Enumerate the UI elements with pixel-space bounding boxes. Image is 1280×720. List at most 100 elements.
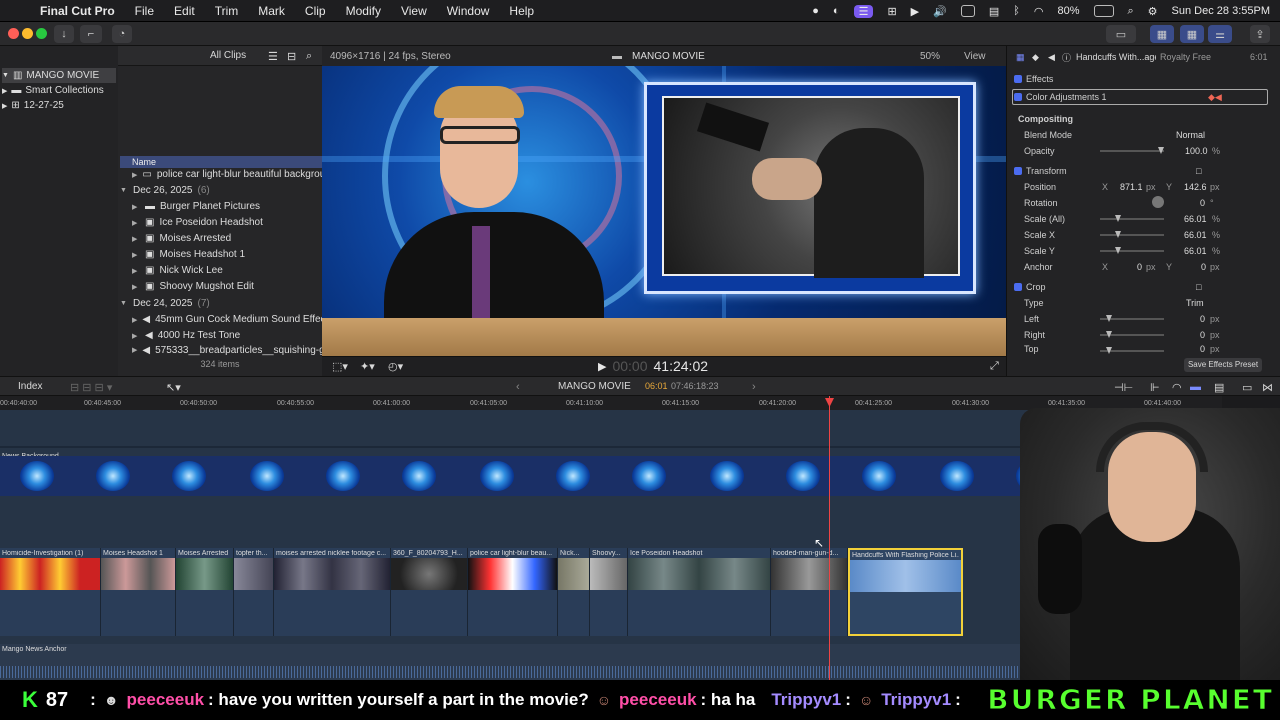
import-icon[interactable]: ↓ [54, 25, 74, 43]
menu-view[interactable]: View [391, 4, 437, 18]
fullscreen-icon[interactable]: ⤢ [990, 360, 999, 373]
transform-toggle-icon[interactable]: □ [1196, 164, 1201, 178]
timeline-project-menu[interactable]: MANGO MOVIE [558, 381, 631, 392]
disclosure-icon[interactable]: ▶ [2, 102, 7, 110]
disclosure-icon[interactable]: ▶ [132, 332, 140, 340]
menu-mark[interactable]: Mark [248, 4, 295, 18]
scale-x-value[interactable]: 66.01 [1184, 228, 1207, 242]
transform-tool-icon[interactable]: ⬚▾ [332, 360, 348, 373]
disclosure-icon[interactable]: ▶ [132, 316, 137, 324]
save-effects-preset-button[interactable]: Save Effects Preset [1184, 358, 1262, 372]
record-icon[interactable]: ● [812, 5, 819, 17]
menu-trim[interactable]: Trim [205, 4, 249, 18]
list-item[interactable]: ▶ ◀ 575333__breadparticles__squishing-gel [132, 344, 322, 356]
crop-right-value[interactable]: 0 [1200, 328, 1205, 342]
play-button-icon[interactable]: ▶ [598, 360, 606, 373]
rotation-dial-icon[interactable] [1152, 196, 1164, 208]
enhance-icon[interactable]: ✦▾ [360, 360, 375, 373]
checkbox-icon[interactable] [1014, 283, 1022, 291]
show-timeline-icon[interactable]: ▦ [1180, 25, 1204, 43]
disclosure-icon[interactable]: ▶ [132, 283, 140, 291]
opacity-value[interactable]: 100.0 [1185, 144, 1208, 158]
timeline-clip[interactable]: Moises Arrested [176, 548, 234, 636]
scale-y-value[interactable]: 66.01 [1184, 244, 1207, 258]
solo-icon[interactable]: ▬ [1190, 381, 1201, 393]
select-tool-icon[interactable]: ↖▾ [166, 381, 181, 394]
effects-section[interactable]: Effects [1014, 72, 1053, 86]
menu-window[interactable]: Window [437, 4, 500, 18]
zoom-window-button[interactable] [36, 28, 47, 39]
checkbox-icon[interactable] [1014, 93, 1022, 101]
list-item[interactable]: ▶ ▣ Moises Headshot 1 [132, 247, 322, 262]
timeline-clip[interactable]: Moises Headshot 1 [101, 548, 176, 636]
blend-mode-select[interactable]: Normal [1176, 128, 1205, 142]
clip-appearance-icon[interactable]: ⊟ [287, 50, 296, 63]
transitions-browser-icon[interactable]: ⋈ [1262, 381, 1273, 394]
timeline-clip[interactable]: topfer th... [234, 548, 274, 636]
bluetooth-icon[interactable]: ᛒ [1013, 5, 1020, 17]
search-icon[interactable]: ⌕ [1128, 5, 1134, 18]
opacity-slider[interactable] [1100, 150, 1164, 152]
disclosure-icon[interactable]: ▶ [132, 171, 137, 179]
show-browser-icon[interactable]: ▦ [1150, 25, 1174, 43]
color-board-icon[interactable]: ◆◀ [1208, 90, 1222, 104]
crop-toggle-icon[interactable]: □ [1196, 280, 1201, 294]
position-x-value[interactable]: 871.1 [1120, 180, 1143, 194]
speed-icon[interactable]: ◴▾ [388, 360, 403, 373]
checkbox-icon[interactable] [1014, 75, 1022, 83]
crop-top-value[interactable]: 0 [1200, 344, 1205, 354]
color-inspector-icon[interactable]: ◆ [1032, 50, 1039, 64]
skimming-icon[interactable]: ⊣⊢ [1114, 381, 1133, 394]
timeline-clip[interactable]: Homicide-Investigation (1) [0, 548, 101, 636]
list-item[interactable]: ▶ ▬ Burger Planet Pictures [132, 199, 322, 214]
search-browser-icon[interactable]: ⌕ [306, 50, 312, 63]
disclosure-icon[interactable]: ▶ [2, 87, 7, 95]
play-icon[interactable]: ▶ [911, 5, 919, 18]
scale-y-slider[interactable] [1100, 250, 1164, 252]
group-header[interactable]: ▼ Dec 26, 2025 (6) [120, 183, 320, 198]
list-view-icon[interactable]: ☰ [268, 50, 278, 63]
share-icon[interactable]: ⇪ [1250, 25, 1270, 43]
menu-help[interactable]: Help [499, 4, 544, 18]
disclosure-icon[interactable]: ▶ [132, 235, 140, 243]
color-adjustments-item[interactable]: Color Adjustments 1 [1014, 90, 1107, 104]
menu-file[interactable]: File [125, 4, 164, 18]
minimize-window-button[interactable] [22, 28, 33, 39]
video-inspector-icon[interactable]: ▦ [1016, 50, 1025, 64]
snapping-icon[interactable]: ⊩ [1150, 381, 1160, 394]
grid-icon[interactable]: ⊞ [887, 5, 896, 18]
display-icon[interactable] [960, 5, 975, 17]
list-item[interactable]: ▶ ◀ 4000 Hz Test Tone [132, 328, 322, 343]
disclosure-icon[interactable]: ▼ [120, 300, 128, 307]
list-item[interactable]: ▶ ▣ Shoovy Mugshot Edit [132, 279, 322, 294]
share-layout-icon[interactable]: ▭ [1106, 25, 1136, 43]
screen-icon[interactable]: ◐ [833, 5, 840, 17]
menu-edit[interactable]: Edit [164, 4, 205, 18]
history-back-icon[interactable]: ‹ [516, 381, 520, 393]
all-clips-filter[interactable]: All Clips [210, 50, 246, 61]
menu-modify[interactable]: Modify [336, 4, 391, 18]
wifi-icon[interactable]: ◠ [1034, 5, 1044, 18]
anchor-y-value[interactable]: 0 [1201, 260, 1206, 274]
show-inspector-icon[interactable]: ⚌ [1208, 25, 1232, 43]
disclosure-icon[interactable]: ▶ [132, 251, 140, 259]
effects-browser-icon[interactable]: ▭ [1242, 381, 1252, 394]
library-item-mango-movie[interactable]: ▼ ▥ MANGO MOVIE [2, 68, 116, 83]
close-window-button[interactable] [8, 28, 19, 39]
timeline-clip[interactable]: Ice Poseidon Headshot [628, 548, 771, 636]
datetime[interactable]: Sun Dec 28 3:55PM [1172, 5, 1270, 17]
clip-appearance-icon[interactable]: ▤ [1214, 381, 1224, 394]
timeline-clip[interactable]: Shoovy... [590, 548, 628, 636]
disclosure-icon[interactable]: ▶ [132, 346, 137, 354]
timeline-clip[interactable]: hooded-man-gun-d... [771, 548, 848, 636]
history-forward-icon[interactable]: › [752, 381, 756, 393]
control-icon[interactable]: ☰ [853, 4, 874, 18]
disclosure-icon[interactable]: ▶ [132, 203, 140, 211]
timecode-display[interactable]: ▶ 00:00 41:24:02 [598, 357, 718, 375]
scale-all-value[interactable]: 66.01 [1184, 212, 1207, 226]
timeline-clip[interactable]: police car light-blur beau... [468, 548, 558, 636]
battery-icon[interactable] [1093, 5, 1114, 17]
menu-clip[interactable]: Clip [295, 4, 336, 18]
library-item-smart-collections[interactable]: ▶ ▬ Smart Collections [2, 83, 104, 98]
disclosure-icon[interactable]: ▼ [2, 72, 9, 79]
